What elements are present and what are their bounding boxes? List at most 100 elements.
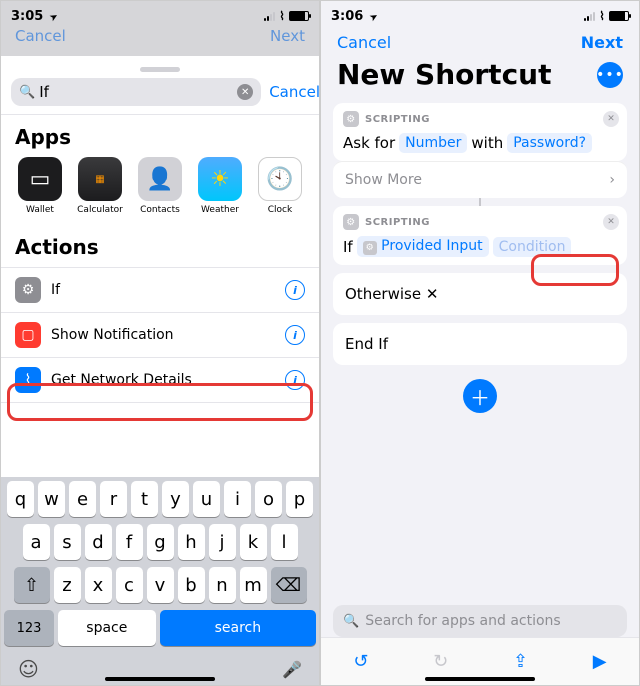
wifi-icon: ⌇ (15, 367, 41, 393)
redo-button[interactable]: ↻ (433, 651, 448, 672)
key-f[interactable]: f (116, 524, 143, 560)
text-askfor: Ask for (343, 134, 395, 152)
info-icon[interactable]: i (285, 280, 305, 300)
key-w[interactable]: w (38, 481, 65, 517)
key-a[interactable]: a (23, 524, 50, 560)
status-bar: 3:06 ➤ ⌇ (321, 1, 639, 31)
mic-icon[interactable]: 🎤 (282, 660, 302, 679)
undo-button[interactable]: ↺ (353, 651, 368, 672)
action-card-if[interactable]: ⚙ SCRIPTING ✕ If ⚙ Provided Input Condit… (333, 206, 627, 265)
share-button[interactable]: ⇪ (513, 651, 528, 672)
next-button[interactable]: Next (581, 33, 623, 52)
key-d[interactable]: d (85, 524, 112, 560)
app-label: Wallet (26, 205, 54, 215)
app-label: Calculator (77, 205, 123, 215)
more-button[interactable]: ••• (597, 62, 623, 88)
key-r[interactable]: r (100, 481, 127, 517)
key-h[interactable]: h (178, 524, 205, 560)
show-more-row[interactable]: Show More › (333, 161, 627, 198)
otherwise-label: Otherwise (345, 285, 421, 303)
app-wallet[interactable]: ▭ Wallet (15, 157, 65, 215)
key-v[interactable]: v (147, 567, 174, 603)
key-g[interactable]: g (147, 524, 174, 560)
wallet-icon: ▭ (18, 157, 62, 201)
gear-icon: ⚙ (343, 111, 359, 127)
page-title: New Shortcut (337, 58, 551, 91)
close-icon[interactable]: ✕ (603, 214, 619, 230)
search-cancel-button[interactable]: Cancel (269, 83, 320, 101)
home-indicator[interactable] (425, 677, 535, 681)
action-if[interactable]: ⚙ If i (1, 268, 319, 313)
contacts-icon: 👤 (138, 157, 182, 201)
info-icon[interactable]: i (285, 370, 305, 390)
key-search[interactable]: search (160, 610, 316, 646)
key-x[interactable]: x (85, 567, 112, 603)
home-indicator[interactable] (105, 677, 215, 681)
action-show-notification[interactable]: ▢ Show Notification i (1, 313, 319, 358)
token-label: Provided Input (381, 238, 482, 254)
key-k[interactable]: k (240, 524, 267, 560)
key-z[interactable]: z (54, 567, 81, 603)
app-weather[interactable]: ☀ Weather (195, 157, 245, 215)
app-contacts[interactable]: 👤 Contacts (135, 157, 185, 215)
battery-icon (609, 11, 629, 21)
key-y[interactable]: y (162, 481, 189, 517)
token-provided-input[interactable]: ⚙ Provided Input (357, 236, 489, 257)
action-card-askfor[interactable]: ⚙ SCRIPTING ✕ Ask for Number with Passwo… (333, 103, 627, 161)
close-icon[interactable]: ✕ (426, 285, 439, 303)
key-space[interactable]: space (58, 610, 156, 646)
notification-icon: ▢ (15, 322, 41, 348)
background-nav: Cancel Next (1, 27, 319, 57)
key-s[interactable]: s (54, 524, 81, 560)
key-m[interactable]: m (240, 567, 267, 603)
action-card-otherwise[interactable]: Otherwise ✕ (333, 273, 627, 315)
key-u[interactable]: u (193, 481, 220, 517)
key-p[interactable]: p (286, 481, 313, 517)
token-prompt[interactable]: Password? (507, 133, 592, 153)
key-o[interactable]: o (255, 481, 282, 517)
clock-icon: 🕙 (258, 157, 302, 201)
add-action-button[interactable]: ＋ (463, 379, 497, 413)
token-condition[interactable]: Condition (493, 237, 572, 257)
signal-icon (584, 12, 595, 21)
key-l[interactable]: l (271, 524, 298, 560)
bottom-search-field[interactable]: 🔍 Search for apps and actions (333, 605, 627, 637)
scripting-label: SCRIPTING (365, 217, 430, 228)
keyboard[interactable]: q w e r t y u i o p a s d f g h j k l (1, 477, 319, 685)
key-n[interactable]: n (209, 567, 236, 603)
status-right: ⌇ (584, 9, 629, 23)
action-label: Get Network Details (51, 372, 275, 388)
show-more-label: Show More (345, 172, 422, 188)
app-label: Weather (201, 205, 239, 215)
key-backspace[interactable]: ⌫ (271, 567, 307, 603)
key-b[interactable]: b (178, 567, 205, 603)
token-type[interactable]: Number (399, 133, 467, 153)
play-button[interactable]: ▶ (593, 651, 607, 672)
key-shift[interactable]: ⇧ (14, 567, 50, 603)
action-get-network-details[interactable]: ⌇ Get Network Details i (1, 358, 319, 403)
action-card-endif[interactable]: End If (333, 323, 627, 365)
key-e[interactable]: e (69, 481, 96, 517)
status-time: 3:06 ➤ (331, 9, 380, 24)
close-icon[interactable]: ✕ (603, 111, 619, 127)
chevron-right-icon: › (609, 172, 615, 188)
grabber-handle[interactable] (140, 67, 180, 72)
search-input[interactable] (39, 83, 233, 101)
clear-icon[interactable]: ✕ (237, 84, 253, 100)
key-t[interactable]: t (131, 481, 158, 517)
card-header: ⚙ SCRIPTING (343, 111, 617, 127)
key-j[interactable]: j (209, 524, 236, 560)
key-123[interactable]: 123 (4, 610, 54, 646)
weather-icon: ☀ (198, 157, 242, 201)
key-i[interactable]: i (224, 481, 251, 517)
emoji-icon[interactable]: ☺ (18, 657, 39, 681)
app-clock[interactable]: 🕙 Clock (255, 157, 305, 215)
app-calculator[interactable]: ▦ Calculator (75, 157, 125, 215)
key-c[interactable]: c (116, 567, 143, 603)
info-icon[interactable]: i (285, 325, 305, 345)
search-field[interactable]: 🔍 ✕ (11, 78, 261, 106)
key-q[interactable]: q (7, 481, 34, 517)
text-with: with (471, 134, 503, 152)
bg-cancel: Cancel (15, 27, 66, 57)
cancel-button[interactable]: Cancel (337, 33, 391, 52)
